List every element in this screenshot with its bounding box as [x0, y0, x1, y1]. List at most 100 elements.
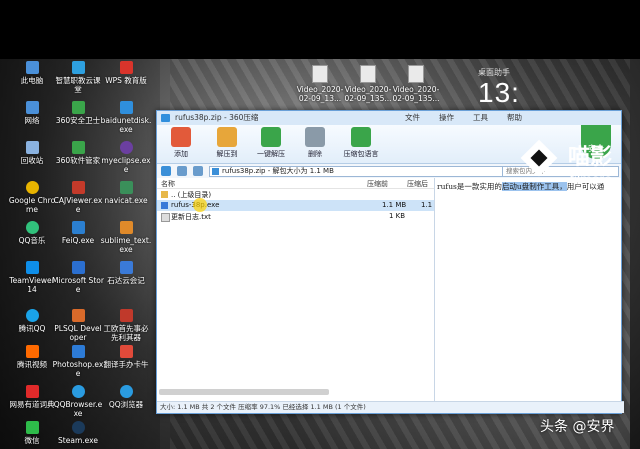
qqbrowser-icon: [119, 385, 133, 398]
window-title: rufus38p.zip - 360压缩: [175, 113, 259, 122]
menu-action[interactable]: 操作: [439, 111, 454, 125]
desktop-icon-cajviewer[interactable]: CAJViewer.exe: [52, 181, 104, 214]
menu-help[interactable]: 帮助: [507, 111, 522, 125]
desktop-icon-steam[interactable]: Steam.exe: [52, 421, 104, 445]
address-field[interactable]: rufus38p.zip - 解包大小为 1.1 MB: [209, 166, 503, 177]
zhijiao-icon: [71, 61, 85, 74]
trash-icon: [305, 127, 325, 147]
desktop: 此电脑 网络 回收站 Google Chrome QQ音乐 TeamViewer…: [0, 59, 640, 449]
add-icon: [171, 127, 191, 147]
desktop-icon-chrome[interactable]: Google Chrome: [6, 181, 58, 214]
network-icon: [25, 101, 39, 114]
desktop-icon-qqbrowser-exe[interactable]: QQBrowser.exe: [52, 385, 104, 418]
desktop-icon-qq-music[interactable]: QQ音乐: [6, 221, 58, 245]
desktop-icon-feiq[interactable]: FeiQ.exe: [52, 221, 104, 245]
youdao-icon: [25, 385, 39, 398]
extract-icon: [261, 127, 281, 147]
store-icon: [71, 261, 85, 274]
desktop-icon-teamviewer[interactable]: TeamViewer 14: [6, 261, 58, 294]
qq-music-icon: [25, 221, 39, 234]
menu-file[interactable]: 文件: [405, 111, 420, 125]
up-arrow-icon[interactable]: [161, 166, 171, 176]
zip-icon: [212, 168, 219, 175]
wps-icon: [119, 61, 133, 74]
desktop-icon-shida[interactable]: 石达云会记: [100, 261, 152, 285]
desktop-icon-ms-store[interactable]: Microsoft Store: [52, 261, 104, 294]
view-icon[interactable]: [177, 166, 187, 176]
teamviewer-icon: [25, 261, 39, 274]
toutiao-watermark: 头条 @安界: [540, 419, 615, 435]
archive-language-button[interactable]: 压缩包语言: [339, 127, 383, 159]
file-icon: [360, 65, 376, 83]
plsql-icon: [71, 309, 85, 322]
translate-icon: [119, 345, 133, 358]
desktop-icon-this-pc[interactable]: 此电脑: [6, 61, 58, 85]
desktop-icon-youdao[interactable]: 网易有道词典: [6, 385, 58, 409]
navicat-icon: [119, 181, 133, 194]
desktop-icon-recycle-bin[interactable]: 回收站: [6, 141, 58, 165]
window-titlebar[interactable]: rufus38p.zip - 360压缩 文件 操作 工具 帮助: [157, 111, 621, 125]
recycle-bin-icon: [25, 141, 39, 154]
horizontal-scrollbar[interactable]: [159, 389, 329, 395]
desktop-file-video-2[interactable]: Video_2020-02-09_135...: [343, 65, 393, 103]
desktop-icon-tencent-qq[interactable]: 腾讯QQ: [6, 309, 58, 333]
list-view-icon[interactable]: [193, 166, 203, 176]
desktop-icon-wps[interactable]: WPS 教育版: [100, 61, 152, 85]
desktop-icon-sublime[interactable]: sublime_text.exe: [100, 221, 152, 254]
cajviewer-icon: [71, 181, 85, 194]
desktop-file-video-1[interactable]: Video_2020-02-09_13...: [295, 65, 345, 103]
preview-pane: rufus是一款实用的启动u盘制作工具，用户可以通: [435, 178, 621, 401]
delete-button[interactable]: 删除: [297, 127, 333, 159]
desktop-icon-myeclipse[interactable]: myeclipse.exe: [100, 141, 152, 174]
filmora-brand-cn: 喵影: [568, 145, 613, 170]
desktop-icon-photoshop[interactable]: Photoshop.exe: [52, 345, 104, 378]
text-file-icon: [161, 213, 170, 222]
cursor-highlight: [193, 198, 207, 212]
desktop-icon-gongyu[interactable]: 工欧首先事必先利其器: [100, 309, 152, 342]
desktop-icon-zhijiao[interactable]: 智慧职教云课堂: [52, 61, 104, 94]
tencent-video-icon: [25, 345, 39, 358]
file-list: 名称 压缩前 压缩后 .. (上级目录) rufus-38p.exe 1.1 M…: [157, 178, 435, 401]
file-icon: [312, 65, 328, 83]
filmora-brand-en: filmore: [570, 171, 613, 187]
360-soft-icon: [71, 141, 85, 154]
folder-icon: [161, 191, 168, 198]
desktop-icon-360-safe[interactable]: 360安全卫士: [52, 101, 104, 125]
column-compressed[interactable]: 压缩前: [367, 179, 388, 189]
360-safe-icon: [71, 101, 85, 114]
folder-icon: [217, 127, 237, 147]
shida-icon: [119, 261, 133, 274]
photoshop-icon: [71, 345, 85, 358]
extract-to-button[interactable]: 解压到: [209, 127, 245, 159]
file-list-header: 名称 压缩前 压缩后: [157, 178, 434, 189]
column-after[interactable]: 压缩后: [407, 179, 428, 189]
sublime-icon: [119, 221, 133, 234]
qq-icon: [25, 309, 39, 322]
desktop-icon-network[interactable]: 网络: [6, 101, 58, 125]
wechat-icon: [25, 421, 39, 434]
computer-icon: [25, 61, 39, 74]
qqbrowser-icon: [71, 385, 85, 398]
desktop-icon-360-soft[interactable]: 360软件管家: [52, 141, 104, 165]
myeclipse-icon: [119, 141, 133, 154]
filmora-watermark: 喵影 filmore: [520, 135, 640, 195]
exe-icon: [161, 202, 168, 209]
desktop-icon-tencent-video[interactable]: 腾讯视频: [6, 345, 58, 369]
menu-tools[interactable]: 工具: [473, 111, 488, 125]
360zip-icon: [161, 114, 170, 122]
language-icon: [351, 127, 371, 147]
chrome-icon: [25, 181, 39, 194]
desktop-icon-fanyi[interactable]: 翻译手办卡牛: [100, 345, 152, 369]
file-row-changelog[interactable]: 更新日志.txt 1 KB: [157, 211, 434, 222]
desktop-icon-navicat[interactable]: navicat.exe: [100, 181, 152, 205]
desktop-icon-wechat[interactable]: 微信: [6, 421, 58, 445]
clock-time: 13:: [478, 77, 520, 108]
desktop-file-video-3[interactable]: Video_2020-02-09_135...: [391, 65, 441, 103]
column-name[interactable]: 名称: [161, 179, 175, 189]
one-click-extract-button[interactable]: 一键解压: [253, 127, 289, 159]
desktop-icon-plsql[interactable]: PLSQL Developer: [52, 309, 104, 342]
desktop-icon-qqbrowser[interactable]: QQ浏览器: [100, 385, 152, 409]
desktop-icon-baidunetdisk[interactable]: baidunetdisk.exe: [100, 101, 152, 134]
steam-icon: [71, 421, 85, 434]
add-button[interactable]: 添加: [163, 127, 199, 159]
